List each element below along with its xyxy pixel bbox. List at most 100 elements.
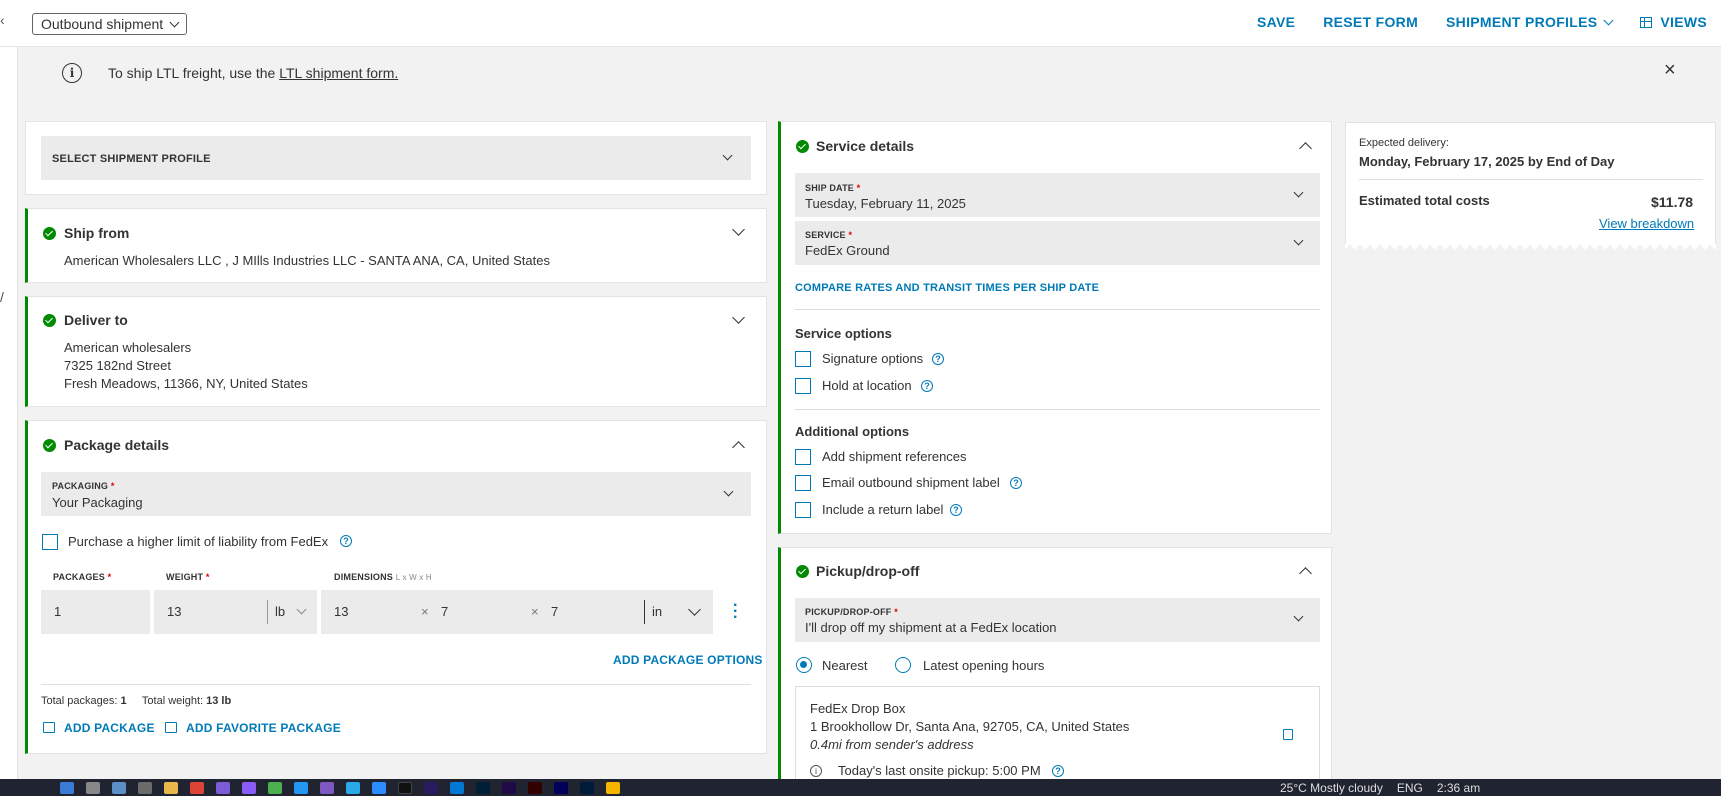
signature-label: Signature options bbox=[822, 351, 924, 366]
width-value[interactable]: 7 bbox=[441, 604, 448, 619]
save-button[interactable]: SAVE bbox=[1257, 14, 1295, 30]
app-icon[interactable] bbox=[294, 782, 308, 794]
service-label: SERVICE * bbox=[805, 230, 853, 240]
banner-prefix: To ship LTL freight, use the bbox=[108, 65, 280, 81]
ship-date-label: SHIP DATE * bbox=[805, 183, 861, 193]
packages-label: PACKAGES * bbox=[53, 572, 112, 582]
help-icon[interactable]: ? bbox=[921, 380, 933, 392]
app-icon[interactable] bbox=[60, 782, 74, 794]
service-details-title: Service details bbox=[816, 138, 915, 154]
tiktok-icon[interactable] bbox=[398, 782, 412, 794]
packaging-select[interactable]: PACKAGING * Your Packaging bbox=[41, 472, 751, 516]
pickup-title: Pickup/drop-off bbox=[816, 563, 920, 579]
weight-label: WEIGHT * bbox=[166, 572, 210, 582]
premiere-icon[interactable] bbox=[424, 782, 438, 794]
kebab-menu-icon[interactable]: · · · bbox=[733, 598, 738, 626]
aftereffects-icon[interactable] bbox=[502, 782, 516, 794]
ltl-form-link[interactable]: LTL shipment form. bbox=[279, 65, 398, 81]
messenger-icon[interactable] bbox=[242, 782, 256, 794]
nearest-radio[interactable] bbox=[796, 657, 812, 673]
app-icon[interactable] bbox=[268, 782, 282, 794]
help-icon[interactable]: ? bbox=[950, 504, 962, 516]
help-icon[interactable]: ? bbox=[340, 535, 352, 547]
chevron-down-icon[interactable] bbox=[732, 311, 745, 324]
app-icon[interactable] bbox=[606, 782, 620, 794]
ship-from-title: Ship from bbox=[64, 225, 130, 241]
packages-input[interactable]: 1 bbox=[41, 590, 150, 634]
lightroom-icon[interactable] bbox=[580, 782, 594, 794]
weather-widget[interactable]: 25°C Mostly cloudy bbox=[1280, 781, 1383, 795]
dim-unit-select[interactable]: in bbox=[652, 604, 662, 619]
email-label-checkbox[interactable] bbox=[795, 475, 811, 491]
latest-hours-radio[interactable] bbox=[895, 657, 911, 673]
grid-icon bbox=[1640, 16, 1653, 28]
signature-checkbox[interactable] bbox=[795, 351, 811, 367]
hold-location-checkbox[interactable] bbox=[795, 378, 811, 394]
chevron-down-icon bbox=[688, 603, 701, 616]
return-label-label: Include a return label bbox=[822, 502, 944, 517]
chevron-up-icon[interactable] bbox=[1299, 567, 1312, 580]
view-breakdown-link[interactable]: View breakdown bbox=[1599, 216, 1694, 231]
help-icon[interactable]: ? bbox=[932, 353, 944, 365]
add-package-button[interactable]: ADD PACKAGE bbox=[64, 721, 155, 735]
pickup-select[interactable]: PICKUP/DROP-OFF * I'll drop off my shipm… bbox=[795, 598, 1320, 642]
close-icon[interactable]: × bbox=[1664, 59, 1676, 82]
service-select[interactable]: SERVICE * FedEx Ground bbox=[795, 221, 1320, 265]
height-value[interactable]: 7 bbox=[551, 604, 558, 619]
chevron-down-icon[interactable] bbox=[732, 223, 745, 236]
language-indicator[interactable]: ENG bbox=[1397, 781, 1423, 795]
favorite-package-icon bbox=[165, 722, 177, 733]
reset-form-button[interactable]: RESET FORM bbox=[1323, 14, 1418, 30]
length-value[interactable]: 13 bbox=[334, 604, 348, 619]
help-icon[interactable]: ? bbox=[1010, 477, 1022, 489]
liability-checkbox[interactable] bbox=[42, 534, 58, 550]
ship-from-card: Ship from American Wholesalers LLC , J M… bbox=[25, 208, 767, 283]
checkmark-icon bbox=[796, 140, 809, 153]
app-icon[interactable] bbox=[86, 782, 100, 794]
shipment-profiles-button[interactable]: SHIPMENT PROFILES bbox=[1446, 14, 1614, 30]
chrome-icon[interactable] bbox=[190, 782, 204, 794]
location-distance: 0.4mi from sender's address bbox=[810, 737, 974, 752]
ship-from-address: American Wholesalers LLC , J MIlls Indus… bbox=[64, 253, 550, 268]
add-favorite-package-button[interactable]: ADD FAVORITE PACKAGE bbox=[186, 721, 341, 735]
nearest-label: Nearest bbox=[822, 658, 868, 673]
audition-icon[interactable] bbox=[554, 782, 568, 794]
ship-date-value: Tuesday, February 11, 2025 bbox=[805, 196, 966, 211]
os-taskbar: 25°C Mostly cloudy ENG 2:36 am bbox=[0, 779, 1721, 796]
copy-icon[interactable] bbox=[1283, 729, 1293, 740]
app-icon[interactable] bbox=[216, 782, 230, 794]
hold-location-label: Hold at location bbox=[822, 378, 912, 393]
references-checkbox[interactable] bbox=[795, 449, 811, 465]
shipment-profile-select[interactable]: SELECT SHIPMENT PROFILE bbox=[41, 136, 751, 180]
estimated-cost-value: $11.78 bbox=[1651, 194, 1694, 210]
viber-icon[interactable] bbox=[320, 782, 334, 794]
shipment-type-select[interactable]: Outbound shipment bbox=[32, 13, 188, 35]
dimensions-input[interactable]: 13 × 7 × 7 in bbox=[321, 590, 713, 634]
collapse-arrow-icon[interactable]: ‹ bbox=[0, 12, 5, 28]
folder-icon[interactable] bbox=[164, 782, 178, 794]
add-package-options-link[interactable]: ADD PACKAGE OPTIONS bbox=[613, 653, 763, 667]
help-icon[interactable]: ? bbox=[1052, 765, 1064, 777]
zoom-icon[interactable] bbox=[372, 782, 386, 794]
app-icon[interactable] bbox=[112, 782, 126, 794]
packaging-label: PACKAGING * bbox=[52, 481, 115, 491]
pickup-value: I'll drop off my shipment at a FedEx loc… bbox=[805, 620, 1057, 635]
telegram-icon[interactable] bbox=[346, 782, 360, 794]
chevron-up-icon[interactable] bbox=[732, 441, 745, 454]
ship-date-select[interactable]: SHIP DATE * Tuesday, February 11, 2025 bbox=[795, 173, 1320, 217]
weight-input[interactable]: 13 lb bbox=[154, 590, 317, 634]
outlook-icon[interactable] bbox=[450, 782, 464, 794]
views-label: VIEWS bbox=[1660, 14, 1707, 30]
photoshop-icon[interactable] bbox=[476, 782, 490, 794]
packaging-value: Your Packaging bbox=[52, 495, 143, 510]
location-name: FedEx Drop Box bbox=[810, 701, 906, 716]
app-icon[interactable] bbox=[138, 782, 152, 794]
compare-rates-link[interactable]: COMPARE RATES AND TRANSIT TIMES PER SHIP… bbox=[795, 282, 1099, 294]
liability-label: Purchase a higher limit of liability fro… bbox=[68, 534, 329, 549]
illustrator-icon[interactable] bbox=[528, 782, 542, 794]
return-label-checkbox[interactable] bbox=[795, 502, 811, 518]
weight-unit-select[interactable]: lb bbox=[275, 604, 285, 619]
chevron-up-icon[interactable] bbox=[1299, 142, 1312, 155]
views-button[interactable]: VIEWS bbox=[1640, 14, 1707, 30]
clock[interactable]: 2:36 am bbox=[1437, 781, 1480, 795]
